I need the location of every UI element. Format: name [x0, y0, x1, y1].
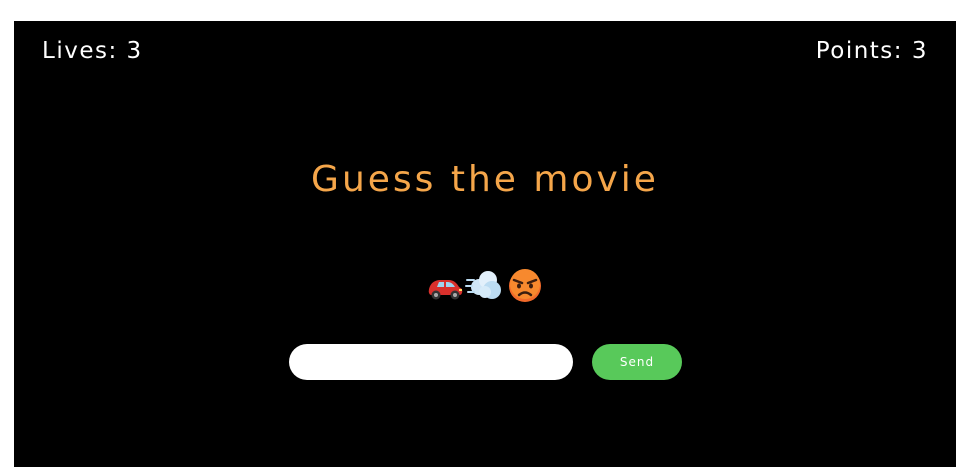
- emoji-clue: [14, 265, 956, 305]
- red-car-icon: [428, 280, 463, 300]
- lives-counter: Lives: 3: [42, 38, 143, 64]
- send-button[interactable]: Send: [592, 344, 682, 380]
- dash-icon: [465, 271, 501, 299]
- game-screen: Lives: 3 Points: 3 Guess the movie Send: [14, 21, 956, 467]
- answer-input[interactable]: [289, 344, 573, 380]
- points-counter: Points: 3: [815, 38, 928, 64]
- page-title: Guess the movie: [311, 159, 659, 200]
- angry-face-icon: [509, 269, 541, 302]
